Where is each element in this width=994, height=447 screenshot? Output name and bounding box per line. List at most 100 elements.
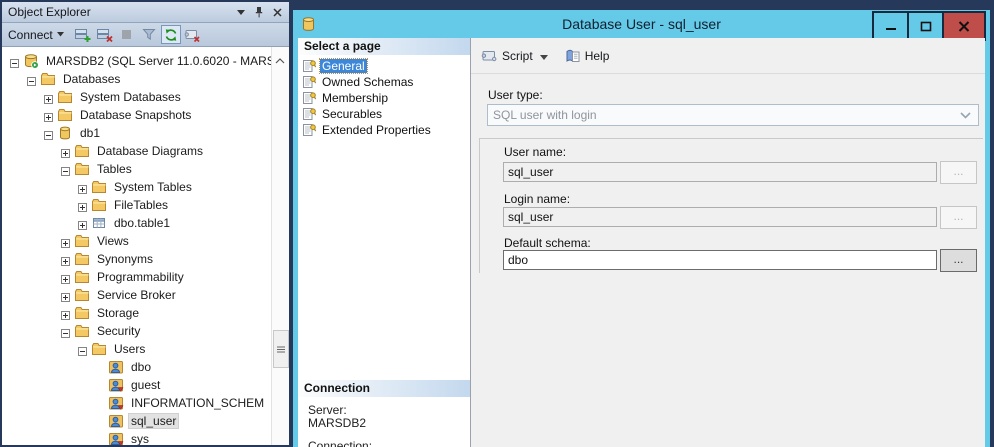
tree-item[interactable]: Users	[2, 340, 271, 358]
tree-item[interactable]: Views	[2, 232, 271, 250]
auto-hide-pin-button[interactable]	[251, 5, 267, 20]
user-name-input[interactable]	[503, 162, 937, 182]
default-schema-browse-button[interactable]: ...	[940, 249, 977, 272]
close-button[interactable]	[942, 11, 986, 41]
object-explorer-toolbar: Connect	[2, 23, 289, 47]
screen: Object Explorer Connect	[0, 0, 994, 447]
tree-item[interactable]: Database Diagrams	[2, 142, 271, 160]
expander-minus-icon[interactable]	[78, 345, 87, 354]
refresh-button[interactable]	[161, 25, 181, 44]
disable-autoscript-button[interactable]	[183, 25, 203, 44]
tree-item[interactable]: Storage	[2, 304, 271, 322]
minimize-button[interactable]	[872, 11, 909, 41]
help-button[interactable]: Help	[565, 48, 610, 64]
tree-item[interactable]: dbo.table1	[2, 214, 271, 232]
expander-plus-icon[interactable]	[44, 111, 53, 120]
tree-scrollbar-thumb[interactable]	[273, 330, 289, 368]
dialog-titlebar[interactable]: Database User - sql_user	[293, 10, 990, 38]
tree-item[interactable]: Databases	[2, 70, 271, 88]
expander-plus-icon[interactable]	[61, 273, 70, 282]
expander-plus-icon[interactable]	[44, 93, 53, 102]
connect-button[interactable]: Connect	[8, 28, 65, 42]
expander-plus-icon[interactable]	[78, 183, 87, 192]
script-dropdown-button[interactable]	[540, 48, 549, 66]
script-button[interactable]: Script	[481, 48, 533, 64]
close-panel-button[interactable]	[269, 5, 285, 20]
connect-server-icon	[74, 27, 91, 43]
folder-icon	[74, 233, 90, 249]
tree-item-label: sys	[128, 431, 152, 445]
page-item-owned-schemas[interactable]: Owned Schemas	[298, 74, 470, 90]
page-item-extended-properties[interactable]: Extended Properties	[298, 122, 470, 138]
tree-item[interactable]: Database Snapshots	[2, 106, 271, 124]
expander-plus-icon[interactable]	[78, 201, 87, 210]
page-item-securables[interactable]: Securables	[298, 106, 470, 122]
tree-item-label: Synonyms	[94, 251, 156, 267]
tree-item[interactable]: System Tables	[2, 178, 271, 196]
folder-icon	[57, 107, 73, 123]
tree-item[interactable]: sql_user	[2, 412, 271, 430]
script-icon	[481, 48, 498, 64]
database-user-dialog: Database User - sql_user Select a page G…	[293, 10, 990, 447]
page-item-general[interactable]: General	[298, 58, 470, 74]
tree-item-label: FileTables	[111, 197, 171, 213]
maximize-icon	[920, 21, 932, 32]
expander-plus-icon[interactable]	[61, 309, 70, 318]
tree-item[interactable]: Service Broker	[2, 286, 271, 304]
server-value: MARSDB2	[308, 417, 470, 430]
expander-plus-icon[interactable]	[61, 291, 70, 300]
tree-item[interactable]: FileTables	[2, 196, 271, 214]
expander-minus-icon[interactable]	[27, 75, 36, 84]
tree-item[interactable]: Tables	[2, 160, 271, 178]
folder-icon	[91, 341, 107, 357]
close-icon	[958, 21, 970, 32]
grip-icon	[277, 346, 285, 353]
tree-item-label: Storage	[94, 305, 142, 321]
tree-item[interactable]: db1	[2, 124, 271, 142]
no-expander	[95, 381, 104, 390]
tree-scrollbar[interactable]	[271, 47, 289, 445]
tree-item[interactable]: MARSDB2 (SQL Server 11.0.6020 - MARSD	[2, 52, 271, 70]
tree-item[interactable]: Programmability	[2, 268, 271, 286]
expander-plus-icon[interactable]	[61, 237, 70, 246]
tree-item[interactable]: dbo	[2, 358, 271, 376]
expander-minus-icon[interactable]	[10, 57, 19, 66]
tree-item[interactable]: INFORMATION_SCHEM	[2, 394, 271, 412]
tree-item-label: Database Diagrams	[94, 143, 206, 159]
expander-minus-icon[interactable]	[44, 129, 53, 138]
connect-server-button[interactable]	[73, 25, 93, 44]
chevron-down-icon	[540, 55, 549, 61]
expander-plus-icon[interactable]	[61, 255, 70, 264]
folder-icon	[74, 143, 90, 159]
login-name-input[interactable]	[503, 207, 937, 227]
page-icon	[301, 74, 317, 90]
expander-minus-icon[interactable]	[61, 327, 70, 336]
page-item-membership[interactable]: Membership	[298, 90, 470, 106]
scroll-up-arrow-icon[interactable]	[275, 51, 285, 69]
folder-icon	[74, 287, 90, 303]
expander-plus-icon[interactable]	[61, 147, 70, 156]
window-position-button[interactable]	[233, 5, 249, 20]
tree-item[interactable]: Security	[2, 322, 271, 340]
maximize-button[interactable]	[907, 11, 944, 41]
tree-item[interactable]: System Databases	[2, 88, 271, 106]
user-type-combobox[interactable]: SQL user with login	[487, 104, 979, 126]
disconnect-server-button[interactable]	[95, 25, 115, 44]
folder-icon	[57, 89, 73, 105]
filter-button[interactable]	[139, 25, 159, 44]
connect-button-label: Connect	[8, 28, 53, 42]
stop-button[interactable]	[117, 25, 137, 44]
tree-item[interactable]: guest	[2, 376, 271, 394]
tree-item-label: Tables	[94, 161, 135, 177]
expander-minus-icon[interactable]	[61, 165, 70, 174]
tree-item[interactable]: sys	[2, 430, 271, 445]
tree-item-label: dbo	[128, 359, 154, 375]
folder-icon	[74, 161, 90, 177]
default-schema-input[interactable]	[503, 250, 937, 270]
connection-panel: Connection Server: MARSDB2 Connection:	[298, 380, 470, 447]
page-list: GeneralOwned SchemasMembershipSecurables…	[298, 55, 470, 138]
expander-plus-icon[interactable]	[78, 219, 87, 228]
filter-icon	[141, 27, 157, 42]
stop-icon	[119, 27, 134, 42]
tree-item[interactable]: Synonyms	[2, 250, 271, 268]
